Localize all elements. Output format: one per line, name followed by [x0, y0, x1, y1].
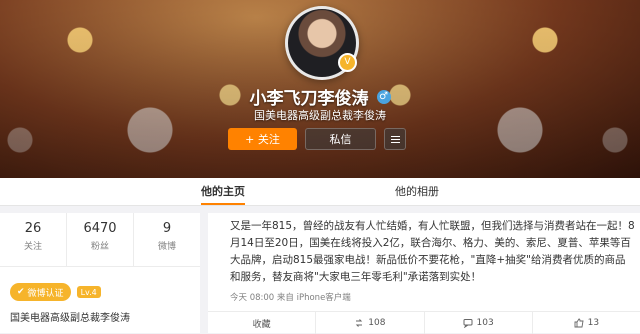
tab-home[interactable]: 他的主页	[201, 178, 245, 205]
comment-icon	[463, 319, 473, 328]
message-button[interactable]: 私信	[305, 128, 376, 150]
profile-actions: + 关注 私信	[228, 128, 406, 150]
stat-following-label: 关注	[23, 242, 42, 252]
repost-icon	[356, 319, 363, 327]
profile-name-row: 小李飞刀李俊涛 ♂	[0, 84, 640, 109]
stat-following[interactable]: 26 关注	[0, 213, 66, 266]
stat-followers-label: 粉丝	[90, 242, 109, 252]
profile-tabs: 他的主页 他的相册	[0, 178, 640, 206]
verify-description: 国美电器高级副总裁李俊涛	[10, 313, 130, 324]
follow-button[interactable]: + 关注	[228, 128, 297, 150]
stat-following-value: 26	[24, 221, 42, 236]
verified-badge-icon: V	[338, 53, 357, 72]
like-button[interactable]: 13	[531, 312, 640, 334]
like-count: 13	[587, 318, 600, 328]
post-actions: 收藏 108 103 13	[208, 311, 640, 334]
stat-posts-label: 微博	[157, 242, 176, 252]
repost-count: 108	[368, 318, 386, 328]
favorite-label: 收藏	[252, 319, 271, 330]
repost-button[interactable]: 108	[315, 312, 423, 334]
stat-posts-value: 9	[162, 221, 172, 236]
badges: ✔ 微博认证 Lv.4	[10, 283, 101, 301]
avatar[interactable]: V	[285, 6, 359, 80]
comment-button[interactable]: 103	[423, 312, 532, 334]
verify-badge-icon: ✔	[17, 287, 25, 297]
verify-badge-label: 微博认证	[27, 288, 64, 299]
favorite-button[interactable]: 收藏	[208, 312, 315, 334]
stat-posts[interactable]: 9 微博	[133, 213, 200, 266]
comment-count: 103	[476, 318, 494, 328]
post-meta: 今天 08:00 来自 iPhone客户端	[230, 293, 351, 303]
male-gender-icon: ♂	[376, 89, 391, 104]
profile-name: 小李飞刀李俊涛	[249, 89, 369, 109]
stat-followers[interactable]: 6470 粉丝	[66, 213, 133, 266]
post-text: 又是一年815，曾经的战友有人忙结婚，有人忙联盟，但我们选择与消费者站在一起！8…	[230, 220, 635, 283]
more-menu-icon[interactable]	[384, 128, 406, 150]
thumbs-up-icon	[574, 318, 584, 328]
profile-subtitle: 国美电器高级副总裁李俊涛	[254, 109, 386, 122]
stats-bar: 26 关注 6470 粉丝 9 微博	[0, 213, 200, 267]
profile-sidebar: 26 关注 6470 粉丝 9 微博 ✔ 微博认证 Lv.4 国美电器高级副总裁…	[0, 213, 200, 333]
weibo-post: 又是一年815，曾经的战友有人忙结婚，有人忙联盟，但我们选择与消费者站在一起！8…	[208, 213, 640, 334]
stat-followers-value: 6470	[83, 221, 117, 236]
weibo-verify-badge[interactable]: ✔ 微博认证	[10, 283, 71, 301]
level-badge[interactable]: Lv.4	[76, 286, 101, 298]
tab-photos[interactable]: 他的相册	[395, 178, 439, 205]
